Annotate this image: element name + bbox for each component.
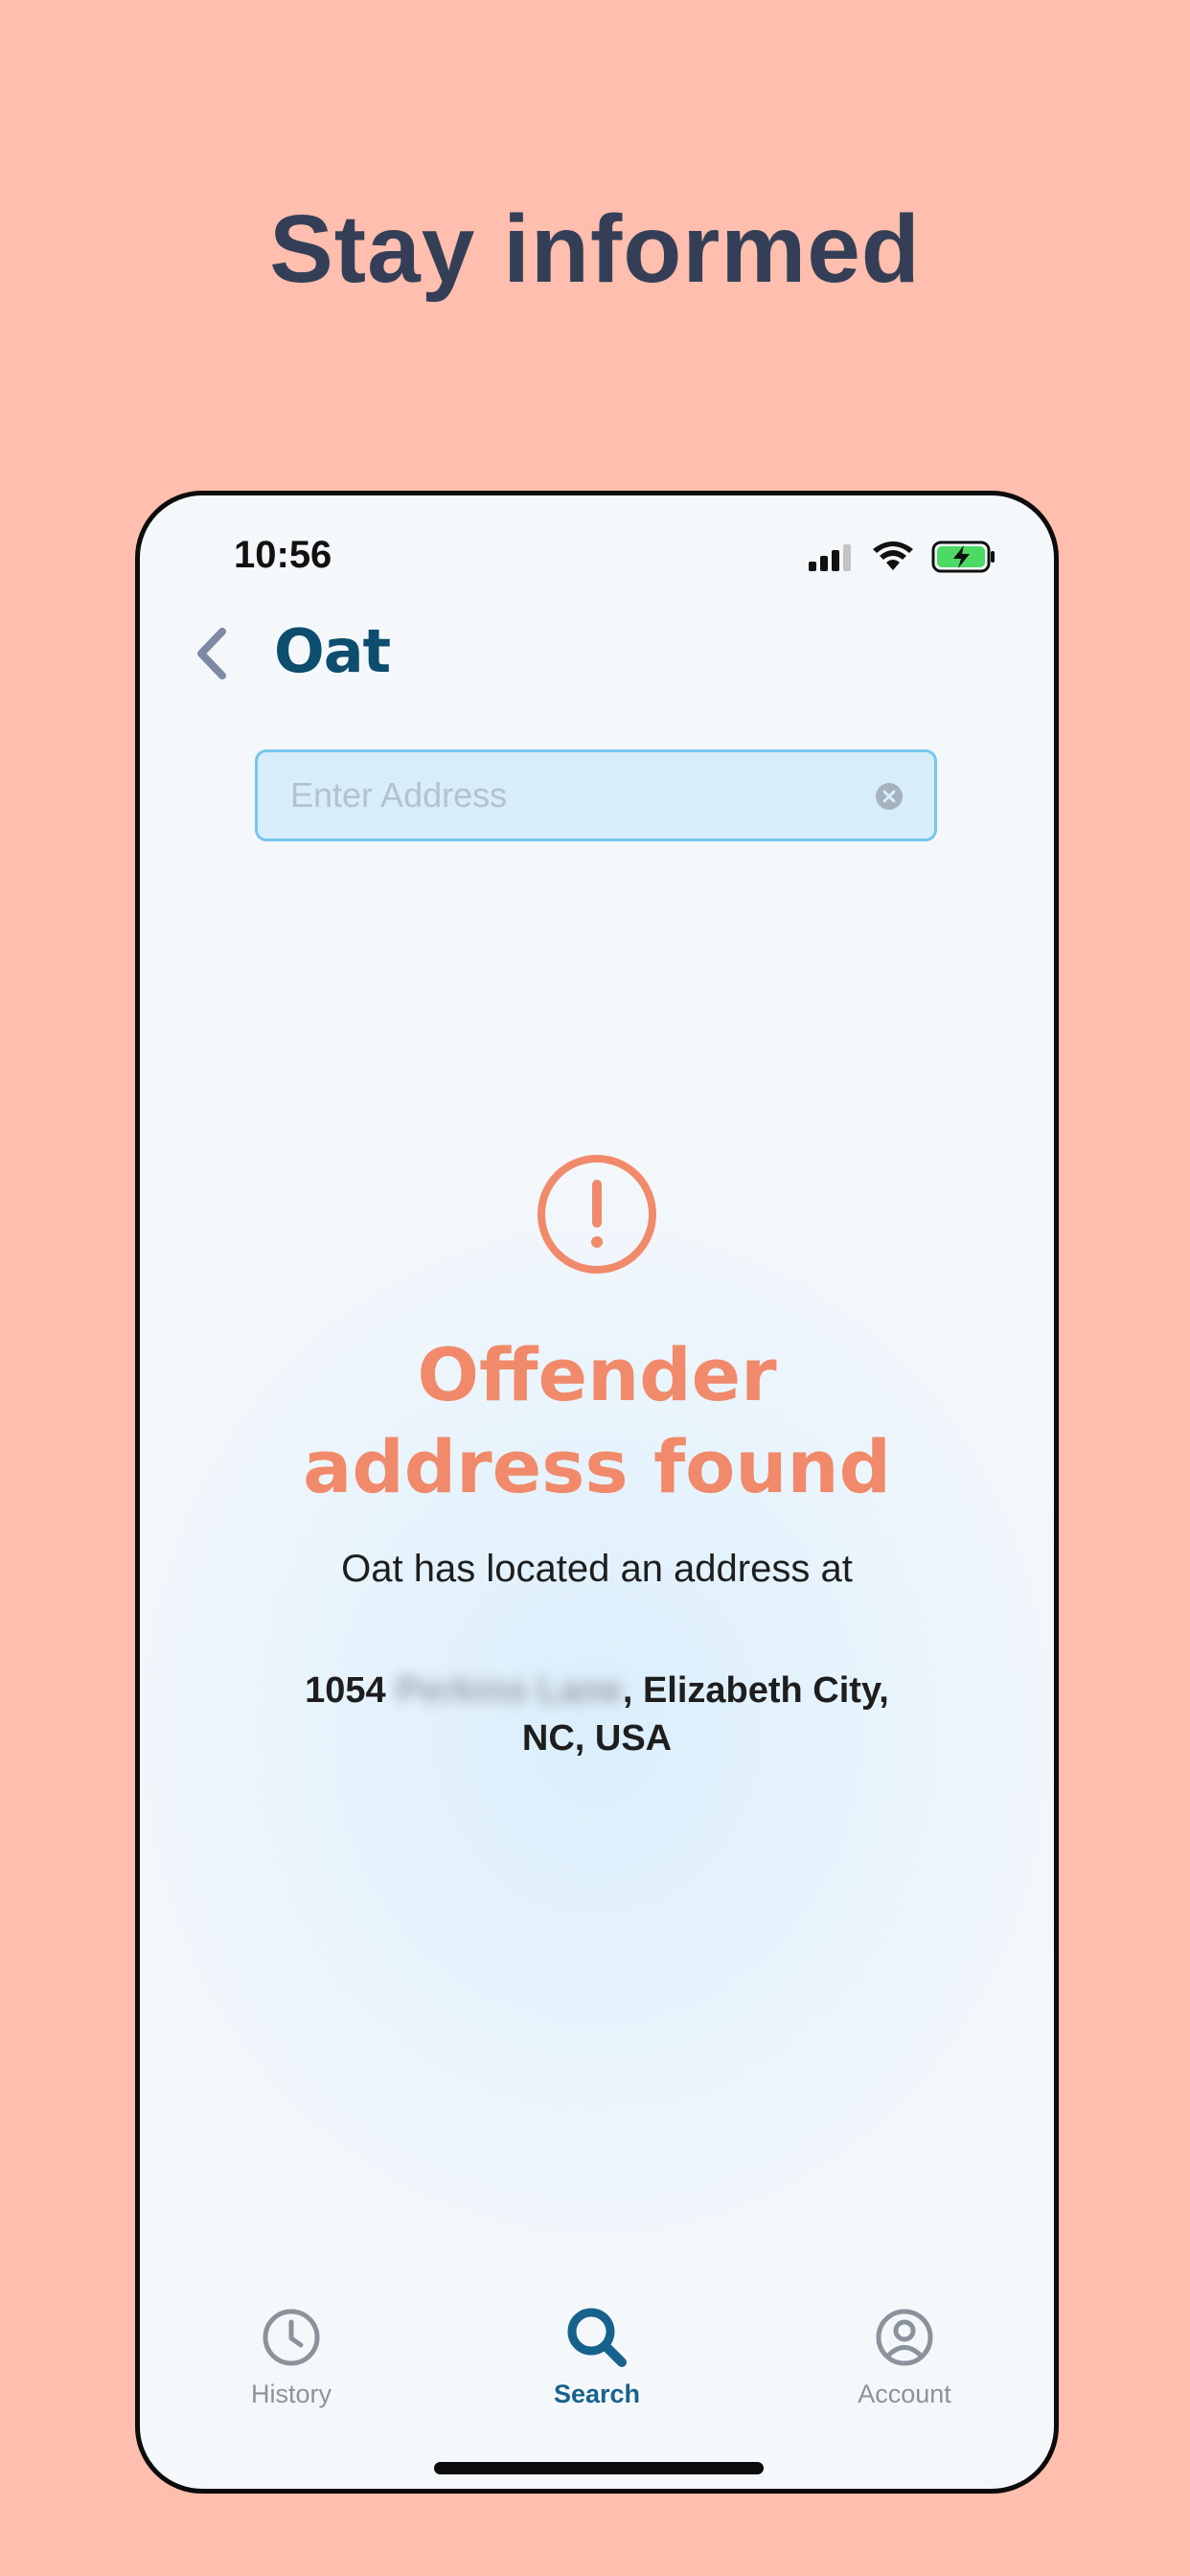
tab-history[interactable]: History — [195, 2307, 387, 2422]
app-logo: Oat — [274, 612, 391, 689]
result-subtitle: Oat has located an address at — [341, 1548, 853, 1590]
result-title: Offender address found — [140, 1329, 1054, 1513]
address-number: 1054 — [305, 1670, 386, 1711]
back-button[interactable] — [183, 620, 240, 687]
clock-icon — [263, 2309, 320, 2366]
result-title-line1: Offender — [417, 1332, 777, 1417]
address-city: , Elizabeth City, — [622, 1670, 889, 1711]
result-title-line2: address found — [303, 1424, 891, 1509]
alert-circle-icon — [538, 1155, 656, 1274]
status-icons — [807, 538, 996, 576]
cellular-signal-icon — [809, 544, 851, 571]
clear-search-icon[interactable] — [875, 782, 904, 811]
tab-account-label: Account — [858, 2380, 951, 2408]
address-line1: 1054 Perkins Lane, Elizabeth City, — [140, 1667, 1054, 1714]
bottom-tab-bar: History Search Account — [140, 2307, 1054, 2441]
home-indicator[interactable] — [434, 2462, 764, 2474]
found-address: 1054 Perkins Lane, Elizabeth City, NC, U… — [140, 1667, 1054, 1762]
tab-search-label: Search — [553, 2380, 641, 2408]
wifi-icon — [873, 541, 913, 570]
chevron-left-icon — [197, 628, 226, 679]
battery-charging-icon — [931, 540, 995, 573]
address-search-box — [255, 749, 937, 841]
tab-history-label: History — [250, 2380, 332, 2408]
user-circle-icon — [876, 2309, 933, 2366]
app-logo-text: Oat — [274, 615, 391, 686]
tab-account[interactable]: Account — [809, 2307, 1000, 2422]
address-region: NC, USA — [521, 1718, 673, 1759]
promo-headline: Stay informed — [269, 196, 921, 303]
address-street-redacted: Perkins Lane — [396, 1670, 623, 1711]
status-time: 10:56 — [234, 534, 332, 576]
search-icon — [567, 2308, 627, 2367]
tab-search[interactable]: Search — [501, 2307, 693, 2422]
phone-frame: 10:56 Oat Enter Address Offender address… — [135, 491, 1059, 2494]
address-search-input[interactable] — [290, 752, 846, 839]
